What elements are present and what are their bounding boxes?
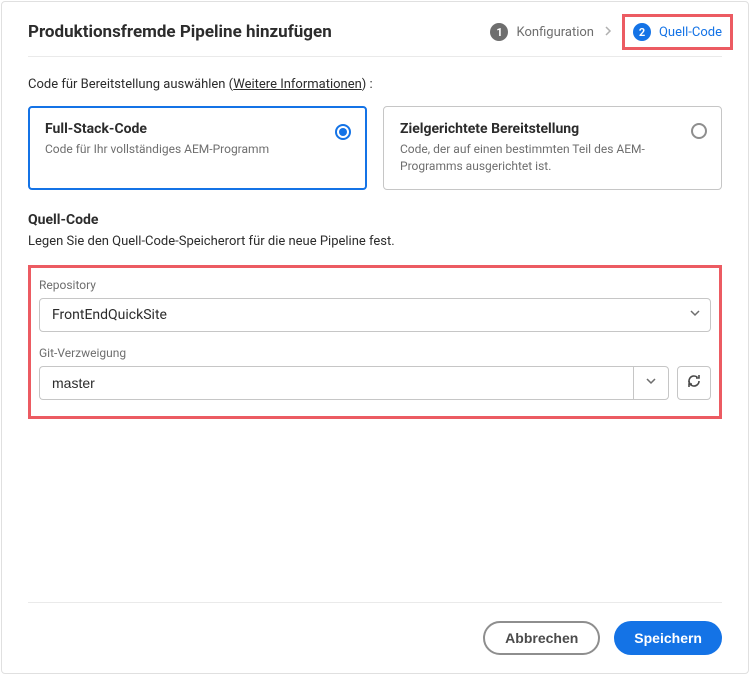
option-description: Code für Ihr vollständiges AEM-Programm: [45, 141, 326, 158]
radio-icon: [335, 124, 351, 140]
source-code-subheading: Legen Sie den Quell-Code-Speicherort für…: [28, 234, 722, 249]
git-branch-dropdown-button[interactable]: [633, 366, 669, 400]
save-button[interactable]: Speichern: [614, 621, 722, 655]
refresh-button[interactable]: [677, 366, 711, 400]
more-info-link[interactable]: Weitere Informationen: [233, 77, 362, 92]
highlight-box-step: 2 Quell-Code: [622, 14, 733, 50]
step-label: Quell-Code: [659, 25, 722, 40]
dialog-title: Produktionsfremde Pipeline hinzufügen: [28, 22, 332, 42]
source-code-heading: Quell-Code: [28, 212, 722, 228]
step-configuration[interactable]: 1 Konfiguration: [490, 23, 593, 41]
step-number-badge: 2: [633, 23, 651, 41]
repository-select[interactable]: FrontEndQuickSite: [39, 298, 711, 332]
option-description: Code, der auf einen bestimmten Teil des …: [400, 141, 681, 175]
dialog-footer: Abbrechen Speichern: [28, 602, 722, 655]
code-select-intro: Code für Bereitstellung auswählen (Weite…: [28, 77, 722, 92]
option-full-stack-code[interactable]: Full-Stack-Code Code für Ihr vollständig…: [28, 106, 367, 190]
chevron-down-icon: [645, 375, 657, 391]
refresh-icon: [686, 373, 702, 393]
chevron-right-icon: [604, 25, 612, 39]
option-title: Zielgerichtete Bereitstellung: [400, 121, 681, 137]
option-title: Full-Stack-Code: [45, 121, 326, 137]
step-number-badge: 1: [490, 23, 508, 41]
repository-label: Repository: [39, 278, 711, 292]
code-type-options: Full-Stack-Code Code für Ihr vollständig…: [28, 106, 722, 190]
highlight-box-source: Repository FrontEndQuickSite Git-Verzwei…: [28, 265, 722, 419]
option-targeted-deployment[interactable]: Zielgerichtete Bereitstellung Code, der …: [383, 106, 722, 190]
cancel-button[interactable]: Abbrechen: [483, 621, 600, 655]
radio-icon: [691, 123, 707, 139]
git-branch-input[interactable]: [39, 366, 633, 400]
step-source-code[interactable]: 2 Quell-Code: [633, 23, 722, 41]
git-branch-combobox: [39, 366, 669, 400]
git-branch-row: [39, 366, 711, 400]
git-branch-label: Git-Verzweigung: [39, 346, 711, 360]
dialog-header: Produktionsfremde Pipeline hinzufügen 1 …: [28, 22, 722, 57]
repository-select-wrap: FrontEndQuickSite: [39, 298, 711, 332]
wizard-stepper: 1 Konfiguration 2 Quell-Code: [490, 23, 722, 41]
repository-value: FrontEndQuickSite: [52, 307, 167, 323]
add-pipeline-dialog: Produktionsfremde Pipeline hinzufügen 1 …: [1, 1, 749, 674]
step-label: Konfiguration: [516, 25, 593, 40]
